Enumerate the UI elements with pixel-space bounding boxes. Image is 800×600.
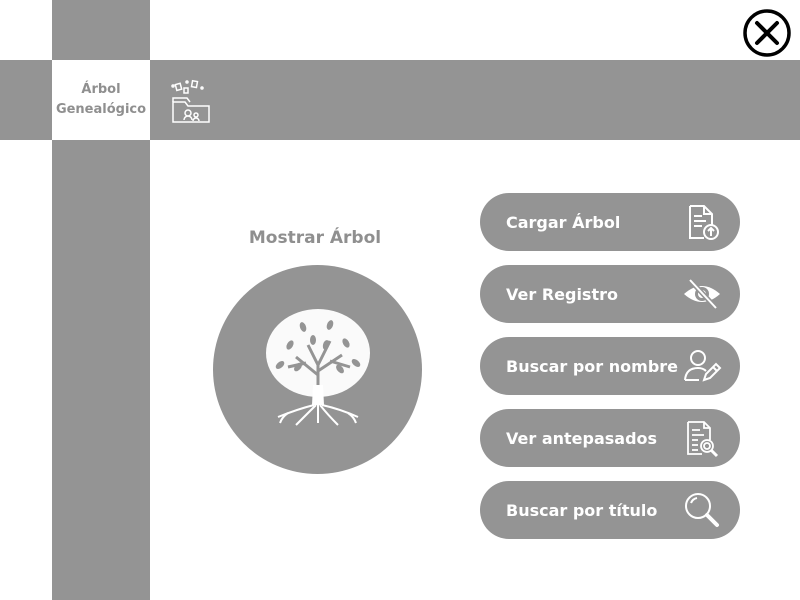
search-by-name-button[interactable]: Buscar por nombre [480, 337, 740, 395]
tree-icon [265, 308, 370, 426]
search-by-title-button[interactable]: Buscar por título [480, 481, 740, 539]
logo-title-line1: Árbol [81, 82, 121, 97]
load-tree-label: Cargar Árbol [506, 212, 621, 232]
document-search-icon [682, 418, 722, 458]
user-edit-icon [682, 346, 722, 386]
view-register-button[interactable]: Ver Registro [480, 265, 740, 323]
view-ancestors-label: Ver antepasados [506, 428, 658, 448]
logo-title-line2: Genealógico [55, 102, 147, 117]
eye-slash-icon [682, 274, 722, 314]
search-by-title-label: Buscar por título [506, 500, 658, 520]
folder-icon [171, 79, 210, 123]
magnifier-icon [682, 490, 722, 530]
app-logo: Árbol Genealógico [52, 60, 150, 140]
upload-document-icon [682, 202, 722, 242]
search-by-name-label: Buscar por nombre [506, 356, 679, 376]
show-tree-label: Mostrar Árbol [248, 228, 382, 248]
show-tree-button[interactable] [213, 265, 422, 474]
view-register-label: Ver Registro [506, 284, 618, 304]
load-tree-button[interactable]: Cargar Árbol [480, 193, 740, 251]
close-button[interactable] [743, 9, 791, 57]
view-ancestors-button[interactable]: Ver antepasados [480, 409, 740, 467]
app-window: Árbol Genealógico Mostrar Árbol Cargar Á… [0, 0, 800, 600]
